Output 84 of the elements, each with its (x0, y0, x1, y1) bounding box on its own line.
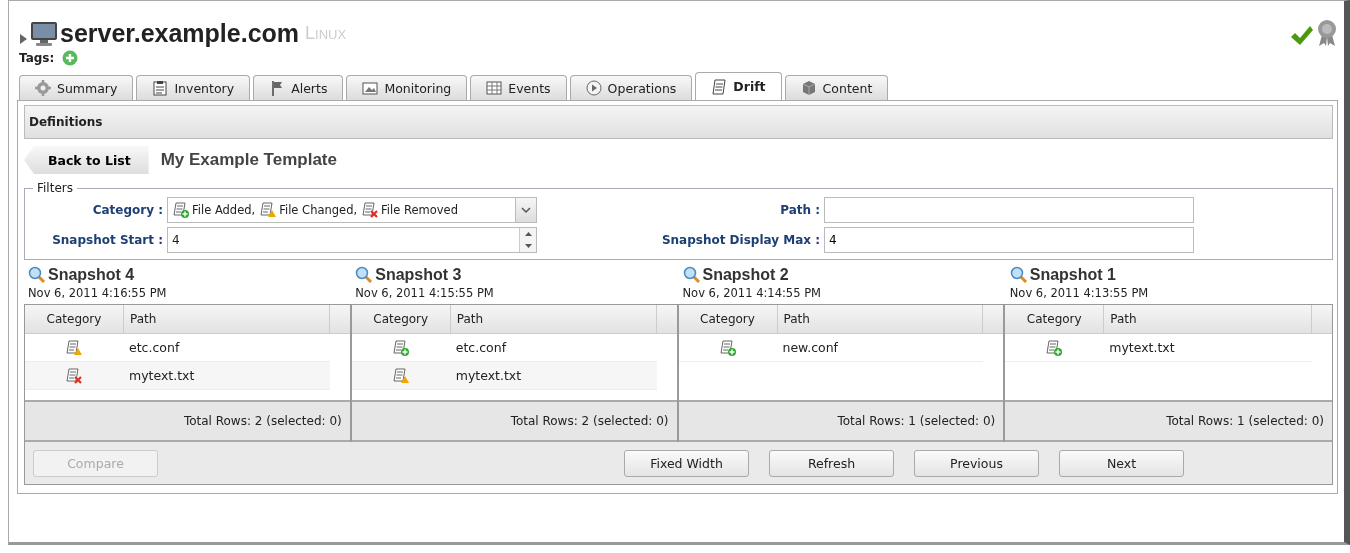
snapshot-date: Nov 6, 2011 4:14:55 PM (682, 286, 822, 300)
file-status-icon (391, 339, 410, 356)
column-header[interactable]: Path (124, 305, 330, 333)
tab[interactable]: Content (784, 75, 889, 100)
clipboard-icon (152, 80, 169, 96)
column-header[interactable]: Path (450, 305, 657, 333)
magnifier-icon[interactable] (1009, 266, 1028, 284)
file-status-icon (65, 339, 83, 356)
path-cell-text: mytext.txt (454, 368, 523, 383)
field-label: Path : (779, 203, 820, 217)
snapshot-date: Nov 6, 2011 4:13:55 PM (1009, 286, 1150, 300)
path-cell-text: etc.conf (128, 340, 181, 355)
row-count: Total Rows: 1 (selected: 0) (837, 414, 996, 428)
file-status-icon (1045, 339, 1064, 356)
snapshot-date: Nov 6, 2011 4:15:55 PM (355, 286, 495, 300)
tab[interactable]: Operations (569, 75, 693, 100)
file-status-icon (391, 367, 410, 384)
magnifier-icon[interactable] (28, 266, 46, 284)
file-status-icon (259, 202, 278, 218)
column-header[interactable]: Path (777, 305, 984, 333)
column-header[interactable]: Category (25, 305, 124, 333)
column-header[interactable]: Path (1104, 305, 1312, 333)
tab[interactable]: Monitoring (346, 75, 468, 100)
filters-legend: Filters (33, 181, 77, 195)
snapshot-title: Snapshot 3 (375, 266, 462, 284)
path-field[interactable] (824, 197, 1194, 223)
section-header: Definitions (24, 105, 1333, 139)
column-header[interactable]: Category (678, 305, 778, 333)
path-cell-text: new.conf (781, 340, 839, 355)
add-tag-icon[interactable] (62, 50, 79, 66)
tab[interactable]: Summary (19, 75, 134, 100)
column-header[interactable]: Category (351, 305, 451, 333)
document-icon (711, 78, 728, 95)
table-row[interactable]: new.conf (678, 334, 984, 362)
resource-title: server.example.com (60, 19, 300, 47)
checkmark-icon (1290, 25, 1314, 47)
field-label: Snapshot Display Max : (660, 233, 820, 247)
cube-icon (800, 80, 817, 96)
row-count: Total Rows: 1 (selected: 0) (1166, 414, 1324, 428)
category-select[interactable]: File Added, File Changed, File Removed (167, 197, 537, 223)
path-cell-text: mytext.txt (128, 368, 196, 383)
file-status-icon (172, 202, 190, 218)
gear-icon (35, 80, 51, 96)
toolbar-button[interactable]: Previous (914, 449, 1039, 477)
file-status-icon (718, 339, 737, 356)
file-status-icon (361, 202, 380, 218)
template-name: My Example Template (160, 150, 337, 170)
tab[interactable]: Inventory (136, 75, 251, 100)
toolbar-button[interactable]: Refresh (769, 449, 894, 477)
row-count: Total Rows: 2 (selected: 0) (510, 414, 669, 428)
file-status-icon (65, 367, 83, 384)
tab[interactable]: Drift (695, 72, 782, 100)
snapshot-title: Snapshot 2 (702, 266, 789, 284)
expand-triangle-icon[interactable] (19, 33, 28, 45)
field-label: Snapshot Start : (51, 233, 163, 247)
tab[interactable]: Events (470, 75, 567, 100)
ribbon-award-icon (1316, 19, 1338, 47)
table-icon (486, 80, 503, 96)
table-row[interactable]: mytext.txt (25, 362, 330, 390)
back-button[interactable]: Back to List (24, 146, 149, 174)
category-option: File Added, (192, 203, 256, 217)
display-max-field[interactable]: 4 (824, 227, 1194, 253)
column-header[interactable]: Category (1005, 305, 1105, 333)
snapshot-date: Nov 6, 2011 4:16:55 PM (28, 286, 168, 300)
snapshot-title: Snapshot 4 (48, 266, 135, 284)
play-icon (585, 80, 602, 96)
magnifier-icon[interactable] (682, 266, 701, 284)
snapshot-title: Snapshot 1 (1029, 266, 1116, 284)
table-row[interactable]: mytext.txt (351, 362, 657, 390)
toolbar-button[interactable]: Fixed Width (624, 449, 749, 477)
image-icon (362, 80, 379, 96)
table-row[interactable]: mytext.txt (1005, 334, 1312, 362)
category-option: File Changed, (279, 203, 358, 217)
tags-label: Tags: (19, 51, 55, 65)
monitor-icon (30, 21, 58, 47)
row-count: Total Rows: 2 (selected: 0) (183, 414, 342, 428)
field-label: Category : (91, 203, 163, 217)
toolbar-button[interactable]: Next (1059, 449, 1184, 477)
tab[interactable]: Alerts (253, 75, 344, 100)
path-cell-text: etc.conf (454, 340, 508, 355)
path-cell-text: mytext.txt (1108, 340, 1176, 355)
category-option: File Removed (381, 203, 458, 217)
snapshot-start-spinner[interactable]: 4 (167, 227, 537, 253)
magnifier-icon[interactable] (355, 266, 374, 284)
